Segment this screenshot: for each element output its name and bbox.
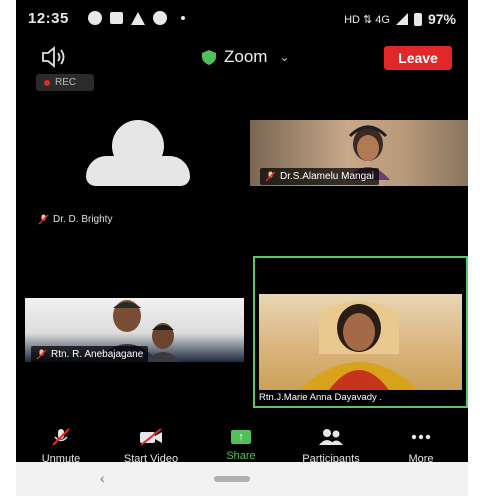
participant-name-tag: Dr.S.Alamelu Mangai [260,168,379,185]
video-off-icon [140,428,162,446]
more-button[interactable]: More [376,428,466,465]
share-icon: ↑ [231,430,251,444]
share-button[interactable]: ↑ Share [196,428,286,462]
start-video-button[interactable]: Start Video [106,428,196,465]
notification-icons [88,11,185,25]
gallery-icon [110,12,123,24]
signal-icon [395,13,408,25]
rec-label: REC [55,77,77,88]
meeting-toolbar: Unmute Start Video ↑ Share Participants [16,428,468,465]
status-time: 12:35 [28,10,69,27]
mic-muted-icon [36,349,47,360]
participant-image [299,301,419,390]
participant-name: Rtn.J.Marie Anna Dayavady . [259,392,383,403]
mic-muted-icon [52,428,70,446]
unmute-button[interactable]: Unmute [16,428,106,465]
mic-muted-icon [38,214,49,225]
participant-name: Dr. D. Brighty [53,214,113,225]
participant-video [259,294,462,390]
alert-icon [131,11,145,25]
more-notifications-icon [181,16,185,20]
record-dot-icon [44,79,50,86]
meeting-title-button[interactable]: Zoom ⌄ [202,47,290,67]
shield-icon [202,49,216,65]
video-tile[interactable]: Dr.S.Alamelu Mangai [250,120,468,186]
mic-muted-icon [265,171,276,182]
network-label: HD ⇅ 4G [344,13,390,26]
battery-percent: 97% [427,11,456,27]
active-speaker-tile[interactable]: Rtn.J.Marie Anna Dayavady . [253,256,468,408]
participant-name: Dr.S.Alamelu Mangai [280,171,374,182]
participant-name-tag: Rtn. R. Anebajagane [31,346,149,362]
recording-badge: REC [36,74,94,91]
status-bar: 12:35 HD ⇅ 4G 97% [16,0,468,38]
participant-name: Rtn. R. Anebajagane [51,349,144,360]
meeting-top-bar: Zoom ⌄ Leave [16,40,468,76]
leave-button[interactable]: Leave [384,46,452,70]
speaker-icon[interactable] [40,46,70,68]
home-pill-icon[interactable] [214,476,250,482]
participants-button[interactable]: Participants [286,428,376,465]
participants-icon [319,429,343,445]
back-icon[interactable]: ‹ [100,470,105,486]
video-tile[interactable]: Rtn. R. Anebajagane [25,298,244,362]
battery-icon [413,12,422,26]
status-right: HD ⇅ 4G 97% [344,11,456,27]
notification-icon [88,11,102,25]
system-nav-bar: ‹ [16,462,468,496]
more-icon [411,434,431,440]
participant-name-tag: Rtn.J.Marie Anna Dayavady . [259,392,382,403]
avatar-body [86,156,190,186]
phone-screen: 12:35 HD ⇅ 4G 97% Zoom ⌄ Leave REC Dr. D… [16,0,468,496]
chevron-down-icon: ⌄ [279,50,290,64]
participant-name-tag: Dr. D. Brighty [38,214,112,225]
send-icon [153,11,167,25]
meeting-title: Zoom [224,47,268,66]
share-label: Share [226,450,256,462]
